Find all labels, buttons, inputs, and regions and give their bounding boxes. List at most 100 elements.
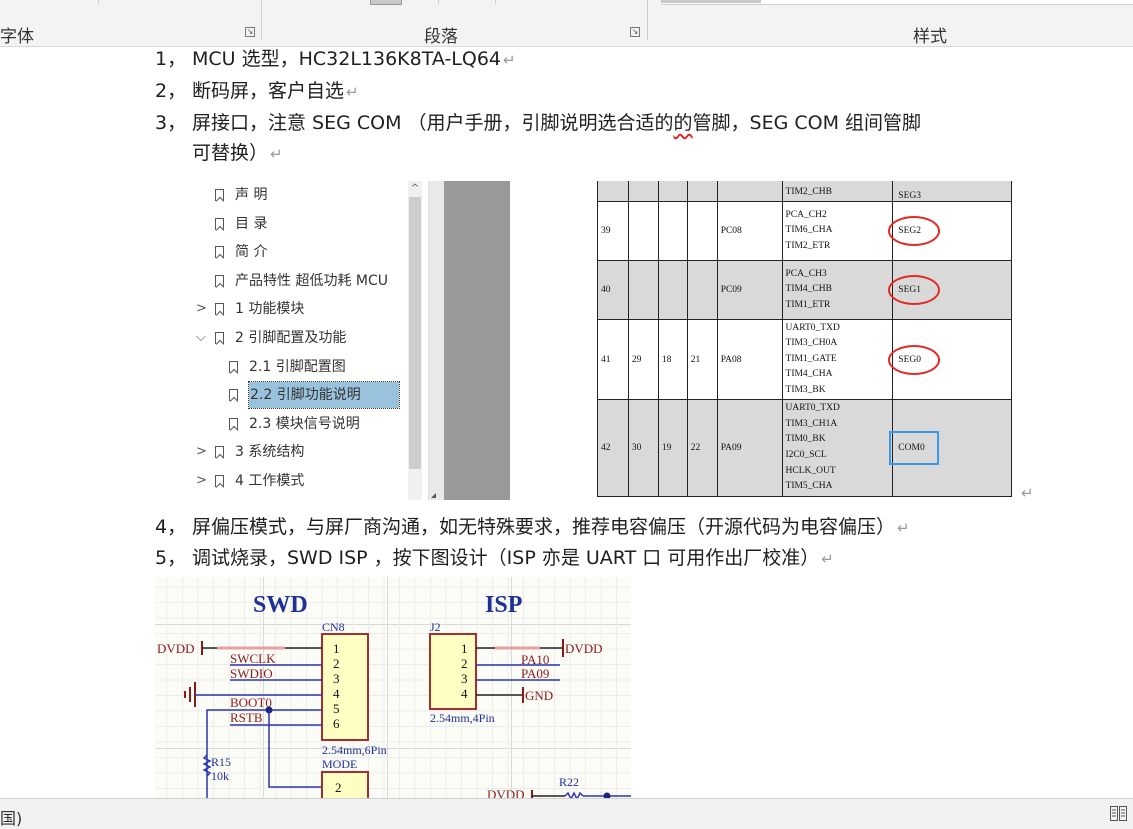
bookmark-icon (215, 446, 224, 459)
table-cell (686, 181, 718, 202)
ribbon-divider (495, 0, 496, 4)
list-number: 2， (155, 80, 187, 102)
analog-cell: SEG0 (888, 319, 1012, 400)
function-cell: PCA_CH2 TIM6_CHA TIM2_ETR (781, 201, 894, 261)
gnd-label: GND (525, 688, 553, 703)
swd-title: SWD (253, 592, 308, 618)
bookmark-label: 产品特性 超低功耗 MCU (235, 272, 389, 289)
swclk-label: SWCLK (230, 651, 276, 666)
bookmark-scrollbar[interactable]: ^ (408, 181, 422, 500)
document-page[interactable]: 1， MCU 选型，HC32L136K8TA-LQ64 ↵ 2， 断码屏，客户自选 ↵ … (0, 47, 1133, 798)
boot0-label: BOOT0 (230, 695, 272, 710)
cn8-footprint: 2.54mm,6Pin (322, 743, 387, 757)
bookmark-icon (215, 303, 224, 316)
paragraph-mark-icon: ↵ (821, 550, 834, 568)
ribbon-group-paragraph-label: 段落 (424, 27, 458, 47)
j2-footprint: 2.54mm,4Pin (430, 711, 495, 725)
status-bar: 国) (0, 798, 1133, 829)
chevron-right-icon[interactable]: > (196, 468, 207, 494)
table-cell: 19 (657, 399, 688, 497)
scrollbar-thumb[interactable] (409, 197, 421, 469)
function-cell: TIM2_CHB (781, 181, 894, 202)
paragraph-dialog-launcher-icon[interactable]: ↘ (630, 27, 640, 37)
debug-schematic-image: SWD CN8 123456 DVDD SWCLK SWDIO BOOT0 RS… (155, 577, 631, 798)
paragraph-mark-icon: ↵ (270, 145, 283, 163)
r15-ref: R15 (211, 755, 231, 769)
table-cell (686, 201, 718, 261)
chevron-down-icon[interactable]: ⌵ (196, 325, 206, 351)
bookmark-icon (229, 360, 238, 373)
bookmark-icon (229, 389, 238, 402)
table-cell: 18 (657, 319, 688, 400)
list-text: 调试烧录，SWD ISP ，按下图设计（ISP 亦是 UART 口 可用作出厂校… (192, 547, 820, 569)
function-name: TIM1_GATE (785, 353, 837, 364)
function-name: PCA_CH2 (785, 209, 827, 220)
table-cell (716, 181, 783, 202)
mode-pin-2: 2 (335, 780, 342, 795)
function-name: TIM2_ETR (785, 240, 831, 251)
bookmark-label: 2.1 引脚配置图 (249, 358, 346, 375)
j2-connector (429, 633, 477, 710)
table-cell: 21 (686, 319, 718, 400)
bookmark-label: 声 明 (235, 187, 268, 203)
table-row: 40 PC09 PCA_CH3 TIM4_CHB TIM1_ETR SEG1 (597, 260, 1012, 320)
ribbon-control-stub[interactable] (370, 0, 402, 5)
list-number: 1， (155, 48, 187, 70)
ribbon-divider (98, 0, 99, 4)
bookmark-icon (215, 332, 224, 344)
bookmark-label: 1 功能模块 (235, 301, 305, 318)
function-cell: PCA_CH3 TIM4_CHB TIM1_ETR (781, 260, 894, 320)
connector-pin-number: 4 (333, 686, 340, 701)
analog-function: SEG3 (898, 191, 921, 201)
chevron-right-icon[interactable]: > (196, 296, 207, 322)
mode-ref: MODE (322, 757, 357, 771)
list-number: 3， (155, 112, 187, 134)
bookmark-label: 简 介 (235, 244, 268, 261)
scroll-up-icon[interactable]: ^ (408, 181, 422, 195)
status-language[interactable]: 国) (0, 805, 22, 829)
panel-gutter (428, 181, 445, 500)
table-cell: 22 (686, 399, 718, 497)
list-text: 可替换） (192, 142, 269, 164)
font-dialog-launcher-icon[interactable]: ↘ (245, 27, 255, 37)
bookmark-label: 目 录 (235, 215, 268, 232)
list-item-5: 5， 调试烧录，SWD ISP ，按下图设计（ISP 亦是 UART 口 可用作出… (155, 543, 834, 574)
ribbon-divider (261, 0, 262, 40)
spelling-error-word[interactable]: 的 (674, 112, 693, 134)
paragraph-mark-icon: ↵ (897, 519, 910, 537)
table-cell (657, 260, 688, 320)
bookmark-icon (215, 246, 224, 259)
connector-pin-number: 2 (461, 656, 468, 671)
bookmark-icon (215, 274, 224, 287)
pin-function-table-image: TIM2_CHB SEG3 39 PC08 PCA_CH2 TIM6_CHA TIM2_ET… (597, 181, 1012, 498)
swd-dvdd-label: DVDD (157, 641, 195, 656)
list-item-3-continuation: 可替换） ↵ (192, 138, 283, 169)
read-mode-icon[interactable] (1110, 806, 1127, 821)
chevron-right-icon[interactable]: > (196, 439, 207, 465)
connector-pin-number: 1 (461, 641, 468, 656)
list-text: MCU 选型，HC32L136K8TA-LQ64 (192, 48, 502, 70)
connector-pin-number: 6 (333, 716, 340, 731)
paragraph-mark-icon: ↵ (503, 51, 516, 69)
table-cell: PA08 (716, 319, 783, 400)
bookmark-label: 2.3 模块信号说明 (249, 415, 360, 432)
bookmark-label: 4 工作模式 (235, 473, 305, 489)
function-cell: UART0_TXD TIM3_CH1A TIM0_BK I2C0_SCL HCLK_OU… (781, 399, 894, 497)
style-gallery-strip[interactable] (661, 0, 1133, 5)
ribbon-group-font-label: 字体 (0, 27, 34, 47)
table-row: TIM2_CHB SEG3 (597, 181, 1012, 202)
list-item-2: 2， 断码屏，客户自选 ↵ (155, 76, 359, 107)
table-cell: PC08 (716, 201, 783, 261)
table-cell (627, 181, 659, 202)
blue-box-highlight (889, 431, 940, 465)
function-name: TIM6_CHA (785, 225, 833, 236)
connector-pin-number: 4 (461, 686, 468, 701)
j2-ref: J2 (430, 620, 441, 634)
resize-corner-icon (431, 493, 436, 498)
pa09-label: PA09 (521, 666, 549, 681)
bookmark-label: 2.2 引脚功能说明 (248, 381, 400, 410)
list-number: 4， (155, 516, 187, 538)
table-cell: 40 (597, 260, 629, 320)
function-name: TIM3_BK (785, 384, 826, 395)
swdio-label: SWDIO (230, 666, 273, 681)
